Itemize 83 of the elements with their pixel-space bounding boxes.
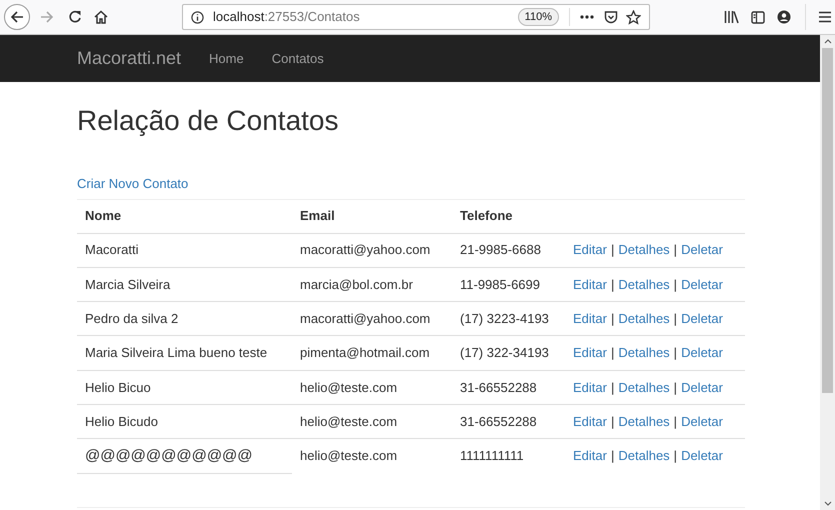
table-cell: marcia@bol.com.br xyxy=(292,267,452,302)
address-bar[interactable]: localhost:27553/Contatos 110% xyxy=(182,4,650,30)
action-link[interactable]: Editar xyxy=(573,242,607,258)
table-cell: 31-66552288 xyxy=(452,370,565,404)
table-cell: @@@@@@@@@@@ xyxy=(77,438,292,474)
menu-icon[interactable] xyxy=(818,11,832,23)
home-icon[interactable] xyxy=(94,10,108,24)
link-separator: | xyxy=(674,345,678,360)
scroll-down-icon[interactable] xyxy=(824,501,832,506)
table-cell: Maria Silveira Lima bueno teste xyxy=(77,336,292,370)
link-separator: | xyxy=(674,276,678,292)
nav-link[interactable]: Home xyxy=(209,48,244,68)
link-separator: | xyxy=(674,448,678,464)
library-icon[interactable] xyxy=(724,10,739,24)
table-cell: pimenta@hotmail.com xyxy=(292,336,452,370)
link-separator: | xyxy=(674,380,678,395)
table-cell: (17) 3223-4193 xyxy=(452,302,565,336)
action-link[interactable]: Editar xyxy=(573,345,607,360)
action-link[interactable]: Deletar xyxy=(681,414,723,429)
action-link[interactable]: Deletar xyxy=(681,448,723,464)
action-link[interactable]: Editar xyxy=(573,448,607,464)
account-icon[interactable] xyxy=(777,10,791,24)
brand-link[interactable]: Macoratti.net xyxy=(77,45,182,72)
table-cell: 21-9985-6688 xyxy=(452,233,565,268)
table-cell: Pedro da silva 2 xyxy=(77,302,292,336)
action-link[interactable]: Deletar xyxy=(681,276,723,292)
link-separator: | xyxy=(610,242,614,258)
more-icon[interactable] xyxy=(580,15,594,19)
column-header: Email xyxy=(292,199,452,233)
action-link[interactable]: Deletar xyxy=(681,310,723,326)
link-separator: | xyxy=(610,380,614,395)
table-cell: Marcia Silveira xyxy=(77,267,292,302)
action-link[interactable]: Detalhes xyxy=(618,414,670,429)
url-text: localhost:27553/Contatos xyxy=(213,8,360,26)
link-separator: | xyxy=(610,310,614,326)
table-cell: helio@teste.com xyxy=(292,438,452,474)
link-separator: | xyxy=(674,242,678,258)
link-separator: | xyxy=(610,414,614,429)
action-link[interactable]: Editar xyxy=(573,276,607,292)
link-separator: | xyxy=(674,414,678,429)
star-icon[interactable] xyxy=(626,10,641,24)
table-cell: Macoratti xyxy=(77,233,292,268)
table-cell: (17) 322-34193 xyxy=(452,336,565,370)
info-icon[interactable] xyxy=(191,10,204,24)
table-cell: 31-66552288 xyxy=(452,404,565,439)
table-cell: 11-9985-6699 xyxy=(452,267,565,302)
table-cell: helio@teste.com xyxy=(292,404,452,439)
action-link[interactable]: Editar xyxy=(573,414,607,429)
table-cell: macoratti@yahoo.com xyxy=(292,233,452,268)
action-link[interactable]: Deletar xyxy=(681,242,723,258)
action-link[interactable]: Editar xyxy=(573,380,607,395)
scroll-up-icon[interactable] xyxy=(824,39,832,44)
table-cell: Helio Bicuo xyxy=(77,370,292,404)
link-separator: | xyxy=(610,345,614,360)
table-cell: helio@teste.com xyxy=(292,370,452,404)
create-link[interactable]: Criar Novo Contato xyxy=(77,174,188,194)
action-link[interactable]: Detalhes xyxy=(618,276,670,292)
zoom-badge[interactable]: 110% xyxy=(518,8,559,26)
pocket-icon[interactable] xyxy=(604,10,618,24)
page-title: Relação de Contatos xyxy=(77,104,339,138)
table-cell: Helio Bicudo xyxy=(77,404,292,439)
link-separator: | xyxy=(610,276,614,292)
column-header: Telefone xyxy=(452,199,565,233)
table-cell: macoratti@yahoo.com xyxy=(292,302,452,336)
action-link[interactable]: Detalhes xyxy=(618,242,670,258)
column-header: Nome xyxy=(77,199,292,233)
action-link[interactable]: Detalhes xyxy=(618,448,670,464)
action-link[interactable]: Detalhes xyxy=(618,380,670,395)
table-cell: 1111111111 xyxy=(452,438,565,474)
action-link[interactable]: Deletar xyxy=(681,345,723,360)
link-separator: | xyxy=(674,310,678,326)
arrow-icon xyxy=(10,10,24,24)
reload-icon[interactable] xyxy=(68,10,82,24)
sidebar-icon[interactable] xyxy=(751,10,765,24)
action-link[interactable]: Detalhes xyxy=(618,345,670,360)
nav-link[interactable]: Contatos xyxy=(272,48,324,68)
link-separator: | xyxy=(610,448,614,464)
action-link[interactable]: Editar xyxy=(573,310,607,326)
scroll-thumb[interactable] xyxy=(822,48,833,393)
back-button[interactable] xyxy=(4,4,30,30)
scrollbar[interactable] xyxy=(820,35,835,510)
action-link[interactable]: Deletar xyxy=(681,380,723,395)
action-link[interactable]: Detalhes xyxy=(618,310,670,326)
